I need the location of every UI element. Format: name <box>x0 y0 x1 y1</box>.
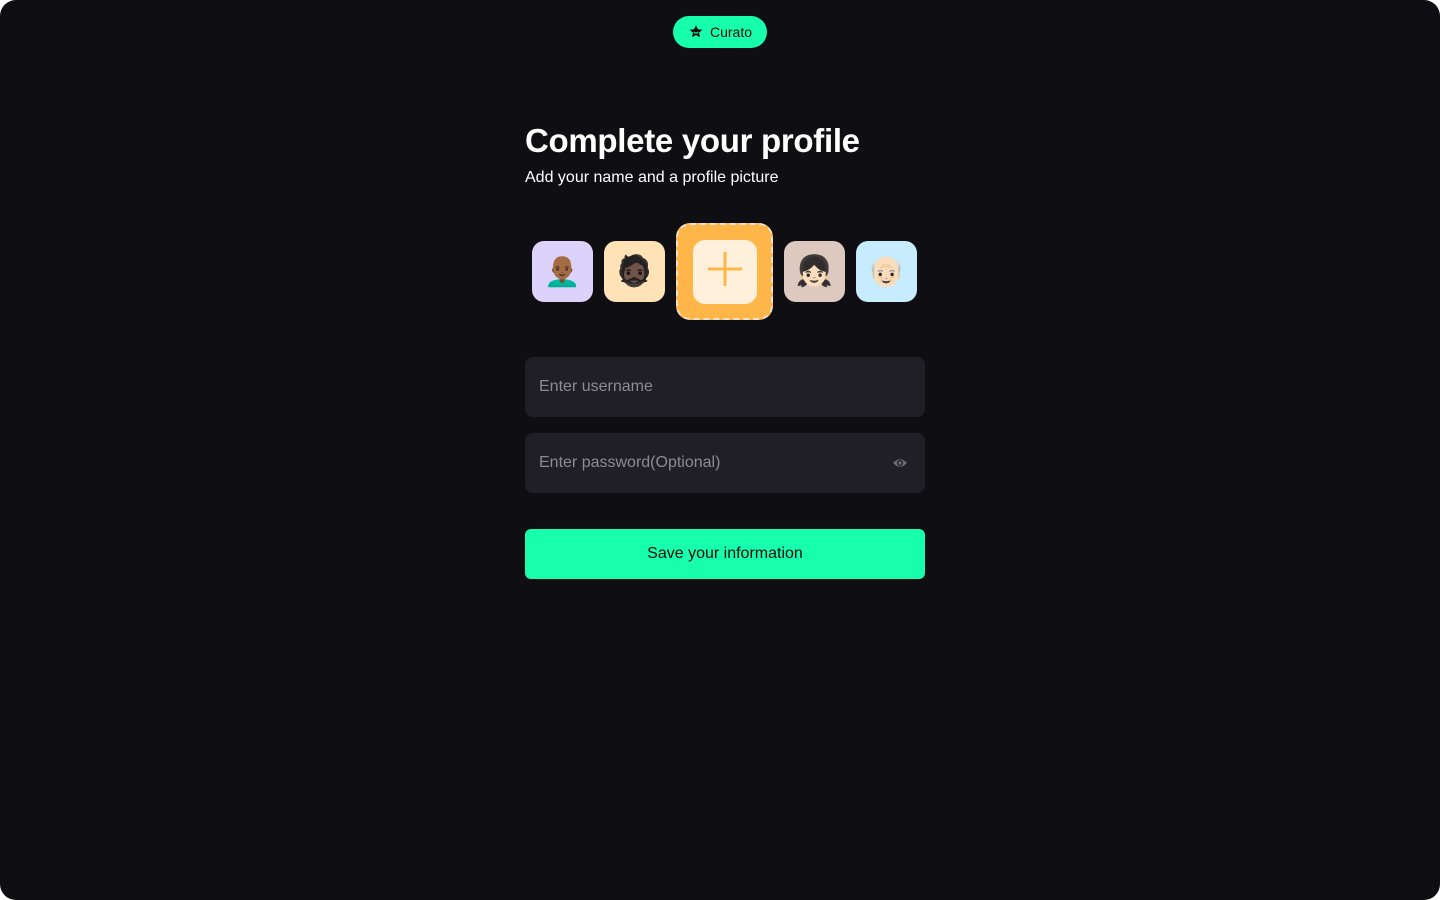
username-input[interactable] <box>525 357 925 417</box>
avatar-option-man-hat[interactable]: 👴🏻 <box>856 241 917 302</box>
page-title: Complete your profile <box>525 122 860 159</box>
avatar-option-girl-buns[interactable]: 👧🏻 <box>784 241 845 302</box>
memoji-girl-buns: 👧🏻 <box>795 254 834 288</box>
password-input[interactable] <box>525 433 925 493</box>
avatar-picker: 👨🏾‍🦲 🧔🏿 👧🏻 👴🏻 <box>525 222 925 322</box>
avatar-upload-inner <box>692 239 757 304</box>
brand-badge[interactable]: Curato <box>673 16 767 48</box>
plus-icon <box>707 252 742 291</box>
brand-name: Curato <box>709 24 753 40</box>
avatar-option-bald-man[interactable]: 👨🏾‍🦲 <box>532 241 593 302</box>
save-information-button[interactable]: Save your information <box>525 529 925 579</box>
app-window: Curato Complete your profile Add your na… <box>0 0 1440 900</box>
memoji-bald-man: 👨🏾‍🦲 <box>543 254 582 288</box>
star-badge-icon <box>688 24 704 40</box>
password-field <box>525 433 925 493</box>
page-subtitle: Add your name and a profile picture <box>525 169 779 186</box>
memoji-man-hat: 👴🏻 <box>867 254 906 288</box>
username-field <box>525 357 925 417</box>
memoji-sunglasses-person: 🧔🏿 <box>615 254 654 288</box>
eye-icon[interactable] <box>892 455 908 471</box>
avatar-option-sunglasses-person[interactable]: 🧔🏿 <box>604 241 665 302</box>
avatar-upload-button[interactable] <box>676 223 773 320</box>
